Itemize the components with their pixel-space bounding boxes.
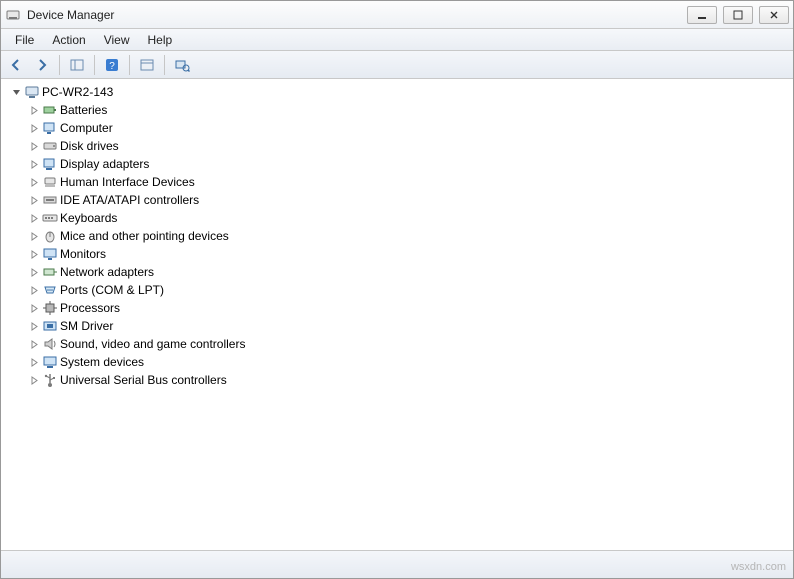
tree-item[interactable]: Computer <box>29 119 787 137</box>
expand-icon[interactable] <box>29 339 40 350</box>
tree-item[interactable]: Ports (COM & LPT) <box>29 281 787 299</box>
tree-item-label: Batteries <box>60 101 107 119</box>
menu-action[interactable]: Action <box>44 31 93 49</box>
tree-item-label: Disk drives <box>60 137 119 155</box>
toolbar: ? <box>1 51 793 79</box>
window-title: Device Manager <box>27 8 687 22</box>
expand-icon[interactable] <box>29 249 40 260</box>
toolbar-separator <box>164 55 165 75</box>
toolbar-separator <box>94 55 95 75</box>
tree-item[interactable]: Mice and other pointing devices <box>29 227 787 245</box>
tree-item[interactable]: System devices <box>29 353 787 371</box>
expand-icon[interactable] <box>29 303 40 314</box>
category-icon <box>42 300 58 316</box>
tree-item[interactable]: Universal Serial Bus controllers <box>29 371 787 389</box>
category-icon <box>42 354 58 370</box>
expand-icon[interactable] <box>29 213 40 224</box>
tree-item[interactable]: SM Driver <box>29 317 787 335</box>
expand-icon[interactable] <box>29 357 40 368</box>
tree-item[interactable]: Network adapters <box>29 263 787 281</box>
collapse-icon[interactable] <box>11 87 22 98</box>
computer-icon <box>24 84 40 100</box>
category-icon <box>42 264 58 280</box>
tree-item-label: SM Driver <box>60 317 113 335</box>
show-hide-console-tree-button[interactable] <box>66 54 88 76</box>
help-button[interactable]: ? <box>101 54 123 76</box>
category-icon <box>42 336 58 352</box>
category-icon <box>42 156 58 172</box>
tree-item[interactable]: Human Interface Devices <box>29 173 787 191</box>
category-icon <box>42 210 58 226</box>
tree-item[interactable]: Batteries <box>29 101 787 119</box>
toolbar-separator <box>129 55 130 75</box>
tree-item[interactable]: Monitors <box>29 245 787 263</box>
svg-text:?: ? <box>109 61 115 72</box>
tree-item-label: Monitors <box>60 245 106 263</box>
category-icon <box>42 120 58 136</box>
expand-icon[interactable] <box>29 231 40 242</box>
category-icon <box>42 282 58 298</box>
expand-icon[interactable] <box>29 195 40 206</box>
expand-icon[interactable] <box>29 375 40 386</box>
tree-item[interactable]: Processors <box>29 299 787 317</box>
tree-item-label: IDE ATA/ATAPI controllers <box>60 191 199 209</box>
expand-icon[interactable] <box>29 159 40 170</box>
scan-hardware-button[interactable] <box>171 54 193 76</box>
category-icon <box>42 246 58 262</box>
expand-icon[interactable] <box>29 141 40 152</box>
tree-root-row[interactable]: PC-WR2-143 <box>11 83 787 101</box>
category-icon <box>42 102 58 118</box>
tree-item-label: Sound, video and game controllers <box>60 335 245 353</box>
tree-item-label: Ports (COM & LPT) <box>60 281 164 299</box>
category-icon <box>42 192 58 208</box>
menu-view[interactable]: View <box>96 31 138 49</box>
maximize-button[interactable] <box>723 6 753 24</box>
tree-item-label: Mice and other pointing devices <box>60 227 229 245</box>
tree-root-label: PC-WR2-143 <box>42 83 113 101</box>
tree-item-label: Network adapters <box>60 263 154 281</box>
category-icon <box>42 174 58 190</box>
menubar: File Action View Help <box>1 29 793 51</box>
expand-icon[interactable] <box>29 267 40 278</box>
menu-help[interactable]: Help <box>140 31 181 49</box>
minimize-button[interactable] <box>687 6 717 24</box>
menu-file[interactable]: File <box>7 31 42 49</box>
tree-item-label: System devices <box>60 353 144 371</box>
tree-item[interactable]: IDE ATA/ATAPI controllers <box>29 191 787 209</box>
toolbar-separator <box>59 55 60 75</box>
statusbar <box>1 550 793 578</box>
tree-item-label: Keyboards <box>60 209 117 227</box>
forward-button[interactable] <box>31 54 53 76</box>
expand-icon[interactable] <box>29 177 40 188</box>
tree-item[interactable]: Sound, video and game controllers <box>29 335 787 353</box>
device-tree[interactable]: PC-WR2-143 BatteriesComputerDisk drivesD… <box>1 79 793 550</box>
tree-item-label: Human Interface Devices <box>60 173 195 191</box>
category-icon <box>42 138 58 154</box>
category-icon <box>42 372 58 388</box>
expand-icon[interactable] <box>29 123 40 134</box>
tree-item-label: Display adapters <box>60 155 149 173</box>
window-controls <box>687 6 789 24</box>
tree-item[interactable]: Display adapters <box>29 155 787 173</box>
tree-item-label: Computer <box>60 119 113 137</box>
properties-button[interactable] <box>136 54 158 76</box>
tree-item-label: Processors <box>60 299 120 317</box>
category-icon <box>42 228 58 244</box>
expand-icon[interactable] <box>29 321 40 332</box>
expand-icon[interactable] <box>29 105 40 116</box>
titlebar: Device Manager <box>1 1 793 29</box>
tree-item[interactable]: Disk drives <box>29 137 787 155</box>
app-icon <box>5 7 21 23</box>
tree-item[interactable]: Keyboards <box>29 209 787 227</box>
back-button[interactable] <box>5 54 27 76</box>
close-button[interactable] <box>759 6 789 24</box>
category-icon <box>42 318 58 334</box>
tree-item-label: Universal Serial Bus controllers <box>60 371 227 389</box>
expand-icon[interactable] <box>29 285 40 296</box>
